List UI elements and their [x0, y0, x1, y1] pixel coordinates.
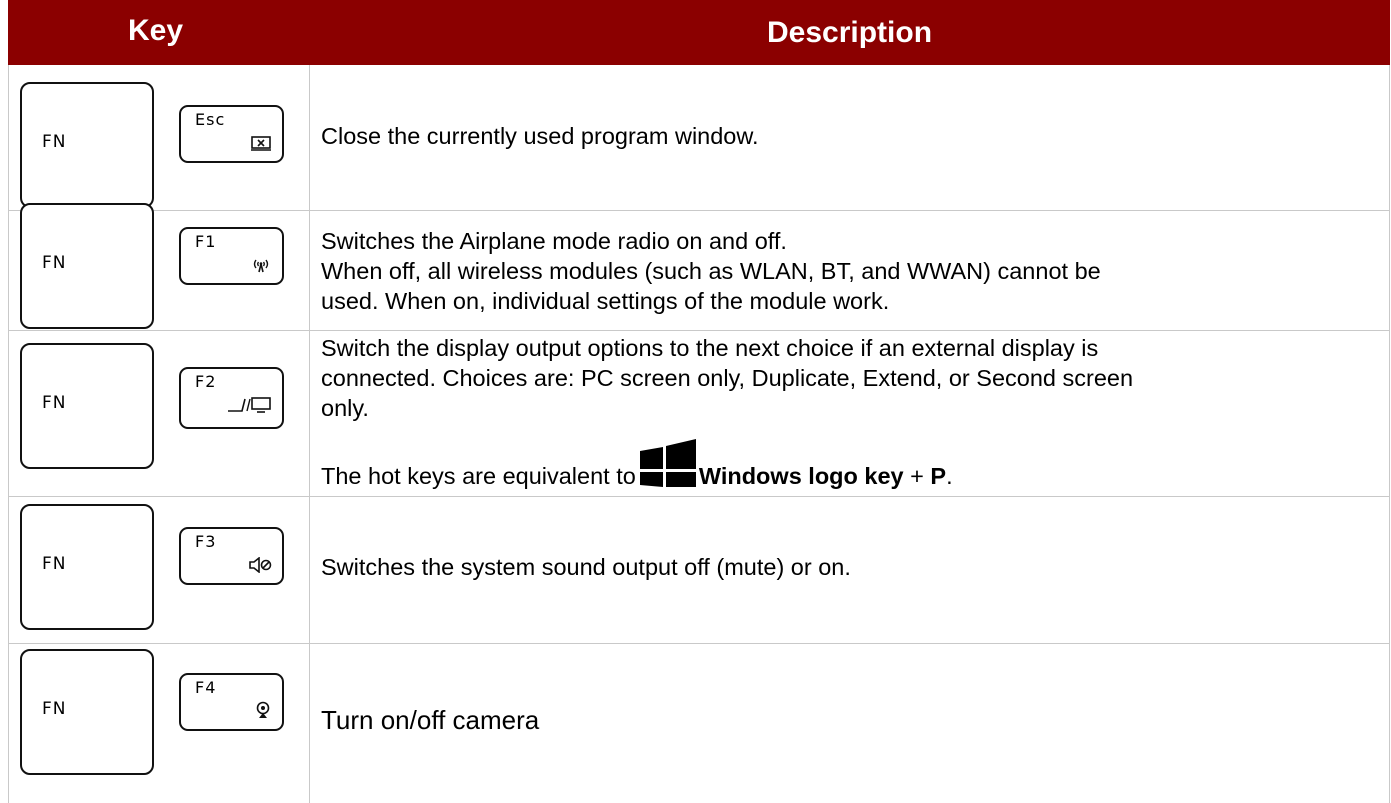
f3-key-label: F3	[195, 532, 217, 551]
airplane-radio-icon	[250, 257, 272, 277]
header-description-cell: Description	[309, 0, 1390, 65]
hotkey-plus: +	[910, 463, 924, 489]
fn-key-label: FN	[42, 699, 67, 719]
f3-keycap: F3	[179, 527, 284, 585]
header-key-label: Key	[127, 14, 184, 47]
f4-key-label: F4	[195, 678, 217, 697]
description-text: Turn on/off camera	[321, 705, 540, 735]
display-switch-icon	[226, 396, 272, 418]
hotkey-equivalent-line: The hot keys are equivalent to Windows lo…	[321, 439, 1381, 494]
windows-logo-icon	[639, 439, 696, 494]
key-combo: FN F3	[8, 496, 309, 643]
table-row: FN F1 Switches the Airplane mode radio o…	[8, 203, 1390, 330]
description-cell: Turn on/off camera	[321, 705, 1381, 735]
description-line: connected. Choices are: PC screen only, …	[321, 365, 1134, 391]
esc-key-label: Esc	[195, 110, 226, 129]
f1-keycap: F1	[179, 227, 284, 285]
fn-key-label: FN	[42, 554, 67, 574]
table-row: FN F4 Turn on/off camera	[8, 643, 1390, 803]
camera-icon	[254, 701, 272, 723]
windows-logo-key-label: Windows logo key	[698, 463, 904, 489]
description-cell: Close the currently used program window.	[321, 121, 1381, 151]
hotkey-end: .	[946, 463, 953, 489]
description-text: Switches the system sound output off (mu…	[321, 554, 851, 580]
fn-key-label: FN	[42, 253, 67, 273]
mute-icon	[248, 556, 272, 577]
fn-keycap: FN	[20, 203, 154, 329]
key-combo: FN F2	[8, 330, 309, 496]
table-header: Key Description	[8, 0, 1390, 65]
hotkey-prefix: The hot keys are equivalent to	[321, 463, 636, 489]
description-line: When off, all wireless modules (such as …	[321, 258, 1101, 284]
key-combo: FN F4	[8, 643, 309, 803]
fn-keycap: FN	[20, 343, 154, 469]
f4-keycap: F4	[179, 673, 284, 731]
fn-key-label: FN	[42, 132, 67, 152]
description-line: Switch the display output options to the…	[321, 335, 1099, 361]
description-text: Close the currently used program window.	[321, 123, 759, 149]
f2-key-label: F2	[195, 372, 217, 391]
header-key-cell: Key	[8, 0, 309, 65]
fn-keycap: FN	[20, 504, 154, 630]
description-line: Switches the Airplane mode radio on and …	[321, 228, 787, 254]
esc-keycap: Esc	[179, 105, 284, 163]
key-combo: FN F1	[8, 203, 309, 330]
description-cell: Switch the display output options to the…	[321, 333, 1381, 494]
key-combo: FN Esc	[8, 65, 309, 210]
header-description-label: Description	[766, 16, 933, 49]
description-cell: Switches the system sound output off (mu…	[321, 552, 1381, 582]
close-window-icon	[250, 135, 272, 155]
fn-keycap: FN	[20, 82, 154, 208]
description-line: only.	[321, 395, 369, 421]
f2-keycap: F2	[179, 367, 284, 429]
hotkey-table: Key Description FN Esc Close the current…	[8, 0, 1390, 803]
table-row: FN Esc Close the currently used program …	[8, 65, 1390, 210]
hotkey-p: P	[930, 463, 947, 489]
description-line: used. When on, individual settings of th…	[321, 288, 890, 314]
fn-key-label: FN	[42, 393, 67, 413]
description-cell: Switches the Airplane mode radio on and …	[321, 226, 1381, 316]
fn-keycap: FN	[20, 649, 154, 775]
table-row: FN F3 Switches the system sound output o…	[8, 496, 1390, 643]
table-row: FN F2 Switch the display output options …	[8, 330, 1390, 496]
f1-key-label: F1	[195, 232, 217, 251]
